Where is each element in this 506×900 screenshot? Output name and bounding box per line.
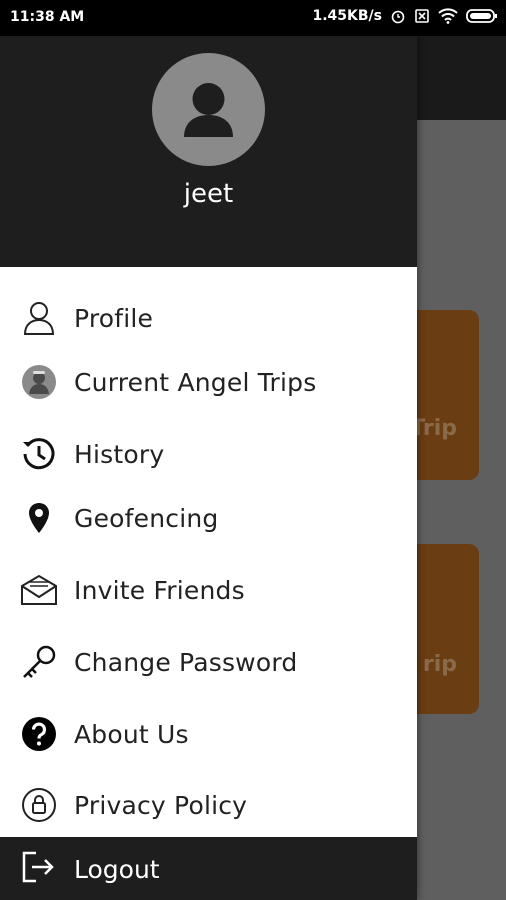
logout-button[interactable]: Logout bbox=[0, 837, 417, 900]
menu-item-label: About Us bbox=[74, 719, 189, 749]
menu-item-label: Invite Friends bbox=[74, 575, 245, 605]
key-icon bbox=[20, 643, 58, 681]
user-name: jeet bbox=[183, 179, 234, 209]
alarm-icon bbox=[390, 8, 406, 24]
angel-avatar-icon bbox=[20, 363, 58, 401]
sim-off-icon bbox=[414, 8, 430, 24]
menu-item-label: Privacy Policy bbox=[74, 790, 248, 820]
avatar[interactable] bbox=[152, 53, 265, 166]
menu-item-about-us[interactable]: About Us bbox=[0, 704, 417, 764]
wifi-icon bbox=[438, 8, 458, 24]
menu-item-label: Profile bbox=[74, 303, 154, 333]
menu-item-geofencing[interactable]: Geofencing bbox=[0, 488, 417, 548]
menu-item-change-password[interactable]: Change Password bbox=[0, 632, 417, 692]
menu-item-label: Change Password bbox=[74, 647, 298, 677]
status-icons: 1.45KB/s bbox=[312, 8, 498, 24]
help-icon bbox=[20, 715, 58, 753]
envelope-icon bbox=[20, 571, 58, 609]
background-card-label: rip bbox=[422, 652, 457, 677]
logout-icon bbox=[20, 849, 56, 890]
location-pin-icon bbox=[20, 499, 58, 537]
battery-icon bbox=[466, 8, 498, 24]
status-time: 11:38 AM bbox=[10, 9, 85, 25]
menu-item-invite-friends[interactable]: Invite Friends bbox=[0, 560, 417, 620]
menu-item-privacy-policy[interactable]: Privacy Policy bbox=[0, 775, 417, 835]
navigation-drawer: jeet Profile Current Angel Trips History bbox=[0, 36, 417, 900]
lock-icon bbox=[20, 786, 58, 824]
menu-item-profile[interactable]: Profile bbox=[0, 288, 417, 348]
history-icon bbox=[20, 435, 58, 473]
menu-item-history[interactable]: History bbox=[0, 424, 417, 484]
person-icon bbox=[184, 83, 233, 137]
menu-item-label: Geofencing bbox=[74, 503, 219, 533]
drawer-header: jeet bbox=[0, 36, 417, 267]
menu-item-label: History bbox=[74, 439, 165, 469]
background-card-label: Trip bbox=[410, 416, 457, 441]
menu-item-current-angel-trips[interactable]: Current Angel Trips bbox=[0, 352, 417, 412]
person-outline-icon bbox=[20, 299, 58, 337]
network-speed: 1.45KB/s bbox=[312, 8, 382, 24]
menu-item-label: Current Angel Trips bbox=[74, 367, 317, 397]
status-bar: 11:38 AM 1.45KB/s bbox=[0, 0, 506, 36]
logout-label: Logout bbox=[74, 855, 160, 884]
